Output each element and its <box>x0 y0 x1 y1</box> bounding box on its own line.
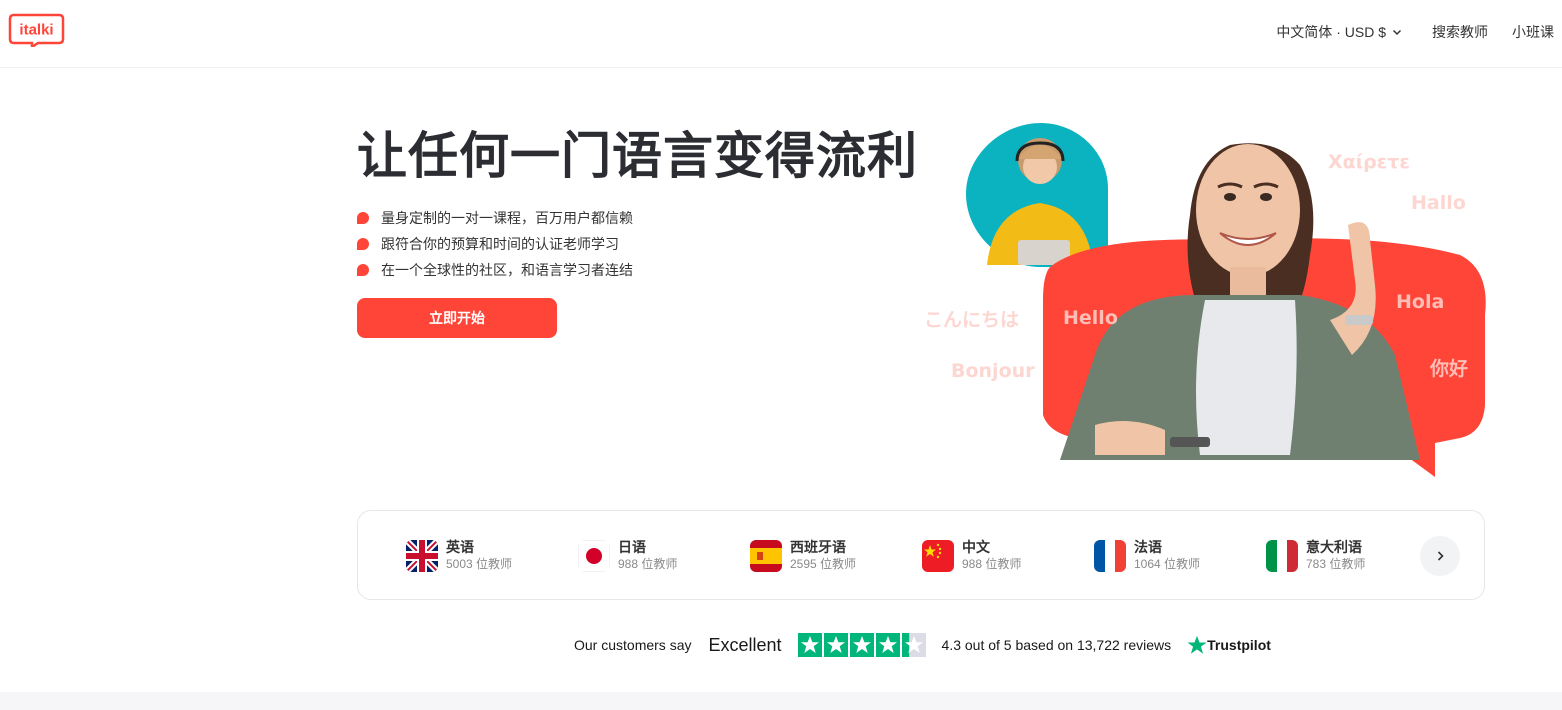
svg-text:italki: italki <box>19 22 53 39</box>
trustpilot-logo[interactable]: Trustpilot <box>1187 635 1271 655</box>
language-currency-selector[interactable]: 中文简体 · USD $ <box>1276 22 1402 42</box>
language-item-french[interactable]: 法语 1064 位教师 <box>1094 538 1200 573</box>
trustpilot-rating-word: Excellent <box>708 634 782 655</box>
next-section-band <box>0 692 1562 710</box>
italy-flag-icon <box>1266 539 1298 572</box>
hero-bullet: 跟符合你的预算和时间的认证老师学习 <box>357 231 633 257</box>
italki-logo[interactable]: italki <box>8 13 65 47</box>
rating-star-icon <box>901 633 926 657</box>
language-item-english[interactable]: 英语 5003 位教师 <box>406 538 512 573</box>
header-nav: 中文简体 · USD $ 搜索教师 小班课 <box>1276 22 1554 42</box>
trustpilot-stars <box>797 633 928 657</box>
greeting-chinese: 你好 <box>1430 358 1469 380</box>
bullet-text: 跟符合你的预算和时间的认证老师学习 <box>381 236 619 252</box>
top-header: italki 中文简体 · USD $ 搜索教师 小班课 <box>0 0 1562 68</box>
trustpilot-brand: Trustpilot <box>1207 637 1271 653</box>
greeting-french: Bonjour <box>951 360 1035 382</box>
teacher-count: 5003 位教师 <box>446 557 513 571</box>
language-name: 日语 <box>618 539 646 555</box>
greeting-japanese: こんにちは <box>924 309 1020 331</box>
language-item-spanish[interactable]: 西班牙语 2595 位教师 <box>750 538 856 573</box>
language-name: 西班牙语 <box>790 539 846 555</box>
bullet-dot-icon <box>357 264 369 276</box>
language-list: 英语 5003 位教师 日语 988 位教师 西班牙语 2595 位教师 中文 … <box>357 510 1485 600</box>
language-name: 英语 <box>446 539 474 555</box>
nav-group-classes[interactable]: 小班课 <box>1512 22 1554 42</box>
spain-flag-icon <box>750 539 782 572</box>
language-currency-label: 中文简体 · USD $ <box>1276 24 1386 40</box>
hero-bullet: 在一个全球性的社区，和语言学习者连结 <box>357 257 633 283</box>
language-name: 中文 <box>962 539 990 555</box>
uk-flag-icon <box>406 539 438 572</box>
trustpilot-summary: 4.3 out of 5 based on 13,722 reviews <box>941 637 1172 653</box>
teacher-count: 2595 位教师 <box>790 557 857 571</box>
bullet-dot-icon <box>357 238 369 250</box>
chevron-down-icon <box>1392 29 1402 36</box>
hero-title: 让任何一门语言变得流利 <box>357 128 918 184</box>
language-next-button[interactable] <box>1420 536 1460 576</box>
teacher-count: 988 位教师 <box>618 557 678 571</box>
language-name: 法语 <box>1134 539 1162 555</box>
get-started-button[interactable]: 立即开始 <box>357 298 557 338</box>
language-item-chinese[interactable]: 中文 988 位教师 <box>922 538 1021 573</box>
china-flag-icon <box>922 539 954 572</box>
teacher-count: 1064 位教师 <box>1134 557 1201 571</box>
teacher-count: 783 位教师 <box>1306 557 1366 571</box>
language-item-italian[interactable]: 意大利语 783 位教师 <box>1266 538 1365 573</box>
bullet-dot-icon <box>357 212 369 224</box>
greeting-greek: Χαίρετε <box>1328 151 1410 173</box>
teacher-count: 988 位教师 <box>962 557 1022 571</box>
language-name: 意大利语 <box>1306 539 1362 555</box>
hero-bullets: 量身定制的一对一课程，百万用户都信赖 跟符合你的预算和时间的认证老师学习 在一个… <box>357 205 633 283</box>
trustpilot-widget[interactable]: Our customers say Excellent 4.3 out of 5… <box>574 632 1271 658</box>
hero-bullet: 量身定制的一对一课程，百万用户都信赖 <box>357 205 633 231</box>
rating-star-icon <box>875 633 900 657</box>
chevron-right-icon <box>1437 551 1444 561</box>
bullet-text: 在一个全球性的社区，和语言学习者连结 <box>381 262 633 278</box>
rating-star-icon <box>797 633 822 657</box>
rating-star-icon <box>849 633 874 657</box>
greeting-spanish: Hola <box>1396 291 1445 313</box>
rating-star-icon <box>823 633 848 657</box>
france-flag-icon <box>1094 539 1126 572</box>
japan-flag-icon <box>578 539 610 572</box>
trustpilot-intro: Our customers say <box>574 637 692 653</box>
trustpilot-star-icon <box>1187 635 1207 654</box>
nav-find-teachers[interactable]: 搜索教师 <box>1432 22 1488 42</box>
greeting-german: Hallo <box>1411 192 1466 214</box>
hero-illustration: Χαίρετε Hallo こんにちは Hello Hola Bonjour 你… <box>900 115 1500 485</box>
language-item-japanese[interactable]: 日语 988 位教师 <box>578 538 677 573</box>
bullet-text: 量身定制的一对一课程，百万用户都信赖 <box>381 210 633 226</box>
greeting-english: Hello <box>1063 307 1118 329</box>
